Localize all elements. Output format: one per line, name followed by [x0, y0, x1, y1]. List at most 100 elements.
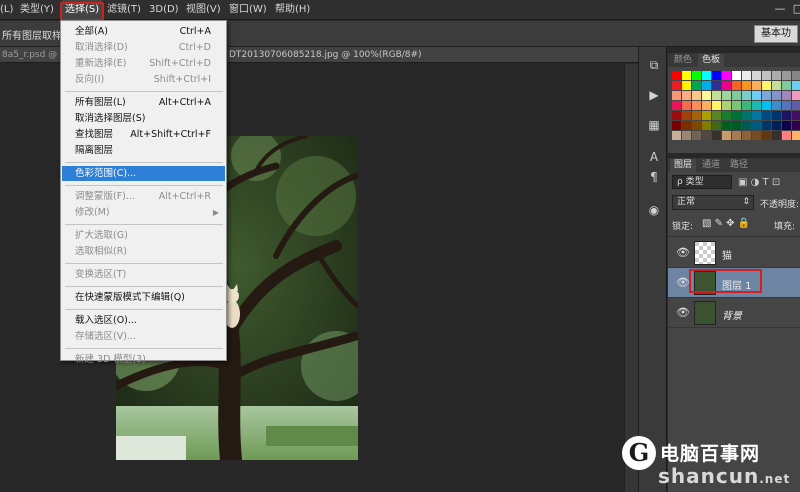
select-menu-item[interactable]: 存储选区(V)...	[62, 329, 225, 344]
color-swatch[interactable]	[702, 71, 711, 80]
color-swatch[interactable]	[762, 131, 771, 140]
color-swatch[interactable]	[722, 81, 731, 90]
color-swatch[interactable]	[722, 91, 731, 100]
color-swatch[interactable]	[672, 121, 681, 130]
menu-help[interactable]: 帮助(H)	[275, 0, 310, 20]
filter-icons[interactable]: ▣ ◑ T ⊡	[738, 177, 780, 188]
tab-color[interactable]: 颜色	[670, 54, 696, 67]
menu-view[interactable]: 视图(V)	[186, 0, 221, 20]
color-swatch[interactable]	[722, 101, 731, 110]
color-swatch[interactable]	[682, 121, 691, 130]
color-swatch[interactable]	[692, 101, 701, 110]
menu-filter[interactable]: 滤镜(T)	[107, 0, 141, 20]
color-swatch[interactable]	[672, 81, 681, 90]
color-swatch[interactable]	[782, 71, 791, 80]
color-swatch[interactable]	[762, 81, 771, 90]
color-swatch[interactable]	[732, 91, 741, 100]
color-swatch[interactable]	[782, 121, 791, 130]
color-swatch[interactable]	[702, 91, 711, 100]
color-swatch[interactable]	[692, 81, 701, 90]
select-menu-item[interactable]: 取消选择图层(S)	[62, 111, 225, 126]
color-swatch[interactable]	[742, 81, 751, 90]
color-swatch[interactable]	[722, 71, 731, 80]
color-swatch[interactable]	[692, 71, 701, 80]
color-swatch[interactable]	[772, 131, 781, 140]
tab-layers[interactable]: 图层	[670, 159, 697, 172]
color-swatch[interactable]	[792, 71, 800, 80]
color-swatch[interactable]	[742, 101, 751, 110]
color-swatch[interactable]	[772, 111, 781, 120]
character-icon[interactable]: A	[646, 149, 662, 165]
color-swatch[interactable]	[772, 71, 781, 80]
select-menu-item[interactable]: 隔离图层	[62, 143, 225, 158]
color-swatch[interactable]	[672, 101, 681, 110]
color-swatch[interactable]	[752, 131, 761, 140]
color-swatch[interactable]	[782, 91, 791, 100]
blend-mode-select[interactable]: 正常 ⇕	[672, 195, 754, 210]
color-swatch[interactable]	[712, 121, 721, 130]
color-swatch[interactable]	[712, 81, 721, 90]
color-swatch[interactable]	[752, 81, 761, 90]
color-swatch[interactable]	[682, 101, 691, 110]
color-swatch[interactable]	[762, 121, 771, 130]
menu-select[interactable]: 选择(S)	[59, 0, 105, 21]
tab-swatches[interactable]: 色板	[698, 54, 725, 67]
color-swatch[interactable]	[702, 121, 711, 130]
color-swatch[interactable]	[682, 111, 691, 120]
color-swatch[interactable]	[682, 71, 691, 80]
select-menu-item[interactable]: 重新选择(E) Shift+Ctrl+D	[62, 56, 225, 71]
color-swatch[interactable]	[732, 71, 741, 80]
select-menu-item[interactable]: 变换选区(T)	[62, 267, 225, 282]
color-swatch[interactable]	[762, 91, 771, 100]
select-menu-item[interactable]: 取消选择(D) Ctrl+D	[62, 40, 225, 55]
color-swatch[interactable]	[712, 91, 721, 100]
color-swatch[interactable]	[762, 111, 771, 120]
play-icon[interactable]: ▶	[646, 87, 662, 103]
layer-filter-select[interactable]: ρ 类型	[672, 175, 732, 189]
history-icon[interactable]: ⧉	[646, 57, 662, 73]
tab-channels[interactable]: 通道	[698, 159, 724, 172]
color-swatch[interactable]	[692, 111, 701, 120]
color-swatch[interactable]	[752, 91, 761, 100]
select-menu-item[interactable]: 反向(I) Shift+Ctrl+I	[62, 72, 225, 87]
color-swatch[interactable]	[782, 101, 791, 110]
color-swatch[interactable]	[732, 111, 741, 120]
color-swatch[interactable]	[792, 111, 800, 120]
color-swatch[interactable]	[772, 81, 781, 90]
color-swatch[interactable]	[672, 71, 681, 80]
paragraph-icon[interactable]: ¶	[646, 169, 662, 185]
workspace-button[interactable]: 基本功	[754, 25, 798, 43]
color-swatch[interactable]	[792, 131, 800, 140]
select-menu-item[interactable]: 载入选区(O)...	[62, 313, 225, 328]
menu-3d[interactable]: 3D(D)	[149, 0, 179, 20]
color-swatch[interactable]	[692, 131, 701, 140]
select-menu-item[interactable]: 色彩范围(C)...	[62, 166, 225, 181]
menu-window[interactable]: 窗口(W)	[229, 0, 267, 20]
color-swatch[interactable]	[752, 111, 761, 120]
select-menu-item[interactable]: 查找图层 Alt+Shift+Ctrl+F	[62, 127, 225, 142]
layer-row-layer1[interactable]: 👁 图层 1	[668, 268, 800, 298]
color-swatch[interactable]	[672, 131, 681, 140]
sample-all-layers-option[interactable]: 所有图层取样	[2, 27, 62, 42]
lock-icons[interactable]: ▧ ✎ ✥ 🔒	[702, 218, 750, 229]
tab-paths[interactable]: 路径	[726, 159, 752, 172]
menu-type[interactable]: 类型(Y)	[20, 0, 54, 20]
document-tab-jpg[interactable]: DT20130706085218.jpg @ 100%(RGB/8#)	[229, 47, 422, 63]
color-swatch[interactable]	[792, 81, 800, 90]
color-swatch[interactable]	[682, 81, 691, 90]
select-menu-item[interactable]: 修改(M) ▶	[62, 205, 225, 220]
color-swatch[interactable]	[702, 101, 711, 110]
color-swatch[interactable]	[702, 81, 711, 90]
color-swatch[interactable]	[692, 121, 701, 130]
color-swatch[interactable]	[752, 101, 761, 110]
color-swatch[interactable]	[722, 121, 731, 130]
select-menu-item[interactable]: 新建 3D 模型(3)	[62, 352, 225, 367]
color-swatch[interactable]	[682, 131, 691, 140]
select-menu-item[interactable]: 全部(A) Ctrl+A	[62, 24, 225, 39]
color-swatch[interactable]	[732, 101, 741, 110]
brush-preset-icon[interactable]: ◉	[646, 202, 662, 218]
minimize-button[interactable]: —	[772, 2, 788, 16]
canvas-vertical-scrollbar[interactable]	[624, 64, 638, 492]
eye-icon[interactable]: 👁	[676, 246, 690, 259]
color-swatch[interactable]	[792, 101, 800, 110]
